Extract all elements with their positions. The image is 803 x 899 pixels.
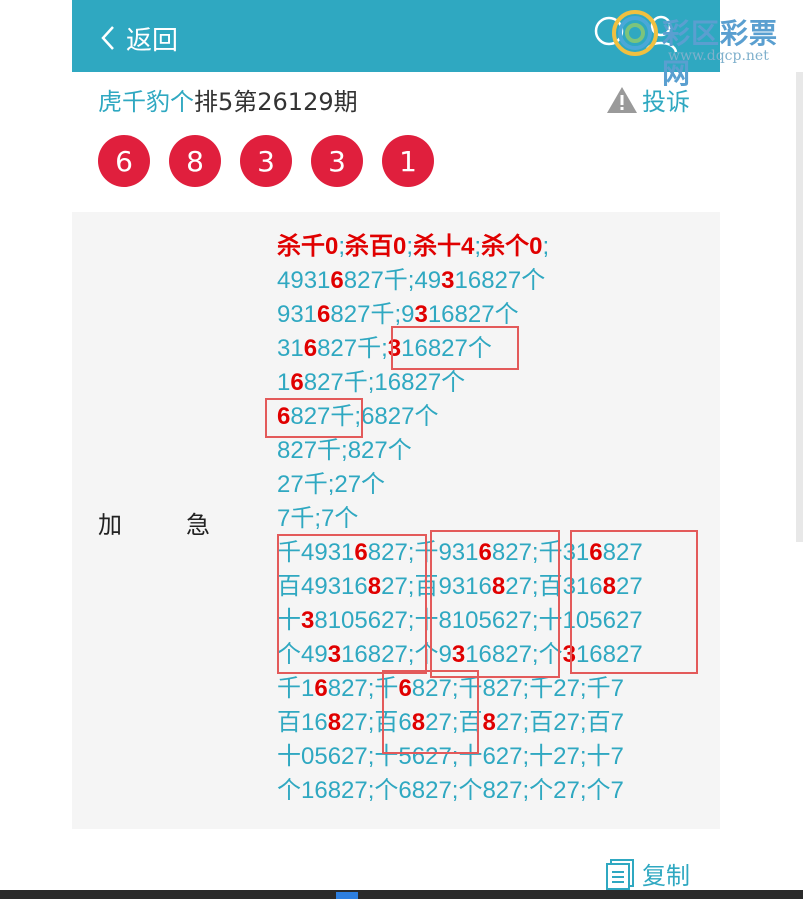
line-segment: 827千;49	[343, 267, 442, 294]
highlight-digit: 杀千0	[277, 233, 339, 260]
number-ball: 8	[169, 135, 221, 187]
scrollbar[interactable]	[796, 72, 803, 542]
number-ball: 3	[240, 135, 292, 187]
highlight-digit: 6	[290, 369, 304, 396]
highlight-digit: 杀十4	[413, 233, 475, 260]
line-segment: 931	[277, 301, 318, 328]
line-segment: 个16827;个6827;个827;个27;个7	[277, 777, 624, 804]
highlight-box	[277, 534, 427, 674]
number-ball: 3	[311, 135, 363, 187]
prediction-line: 杀千0;杀百0;杀十4;杀个0;	[277, 230, 697, 264]
line-segment: 827千;827个	[277, 437, 412, 464]
line-segment: 827千;16827个	[303, 369, 466, 396]
page-title: 虎千豹个排5第26129期	[98, 82, 358, 117]
line-segment: ;	[542, 233, 550, 260]
highlight-digit: 杀百0	[345, 233, 407, 260]
complaint-button[interactable]: 投诉	[606, 82, 690, 117]
highlight-digit: 杀个0	[481, 233, 543, 260]
line-segment: 27;百27;百7	[495, 709, 624, 736]
title-issue: 排5第26129期	[194, 88, 358, 116]
line-segment: 27千;27个	[277, 471, 386, 498]
prediction-line: 十05627;十5627;十627;十27;十7	[277, 740, 697, 774]
taskbar-app-icon[interactable]	[336, 892, 358, 899]
prediction-text: 杀千0;杀百0;杀十4;杀个0; 49316827千;49316827个 93168…	[277, 230, 697, 808]
line-segment: 16827个	[427, 301, 519, 328]
highlight-box	[570, 530, 698, 674]
highlight-digit: 6	[314, 675, 328, 702]
line-segment: 7千;7个	[277, 505, 359, 532]
panel-label: 加急	[98, 505, 210, 540]
highlight-digit: 8	[327, 709, 342, 736]
line-segment: 827千;9	[330, 301, 415, 328]
prediction-line: 27千;27个	[277, 468, 697, 502]
highlight-box	[391, 326, 519, 370]
prediction-line: 827千;827个	[277, 434, 697, 468]
watermark-url: www.dqcp.net	[668, 48, 769, 64]
panel-label-1: 加	[98, 511, 122, 539]
warning-icon	[607, 86, 637, 113]
number-ball: 6	[98, 135, 150, 187]
back-button[interactable]: 返回	[100, 20, 178, 56]
title-link[interactable]: 虎千豹个	[98, 88, 194, 116]
prediction-line: 百16827;百6827;百827;百27;百7	[277, 706, 697, 740]
line-segment: 16827个	[454, 267, 546, 294]
complaint-label: 投诉	[642, 88, 690, 116]
copy-button[interactable]: 复制	[606, 856, 690, 891]
line-segment: 31	[277, 335, 304, 362]
highlight-digit: 6	[317, 301, 331, 328]
highlight-digit: 6	[303, 335, 318, 362]
line-segment: 百16	[277, 709, 328, 736]
highlight-digit: 3	[414, 301, 428, 328]
copy-label: 复制	[642, 862, 690, 890]
chevron-left-icon	[101, 26, 114, 50]
line-segment: 827千;	[317, 335, 388, 362]
draw-numbers: 6 8 3 3 1	[98, 135, 434, 187]
swirl-logo-icon	[612, 10, 658, 56]
highlight-digit: 3	[441, 267, 455, 294]
prediction-line: 49316827千;49316827个	[277, 264, 697, 298]
prediction-line: 个16827;个6827;个827;个27;个7	[277, 774, 697, 808]
highlight-digit: 8	[482, 709, 496, 736]
highlight-box	[430, 530, 560, 678]
copy-icon	[606, 858, 634, 890]
line-segment: 千1	[277, 675, 315, 702]
back-label: 返回	[126, 25, 179, 56]
prediction-line: 16827千;16827个	[277, 366, 697, 400]
number-ball: 1	[382, 135, 434, 187]
taskbar	[0, 890, 803, 899]
watermark-logo: 彩区彩票网 www.dqcp.net	[610, 6, 803, 90]
line-segment: 4931	[277, 267, 331, 294]
highlight-digit: 6	[330, 267, 344, 294]
highlight-box	[265, 398, 363, 438]
highlight-box	[382, 670, 479, 754]
panel-label-2: 急	[186, 511, 210, 539]
line-segment: 1	[277, 369, 291, 396]
